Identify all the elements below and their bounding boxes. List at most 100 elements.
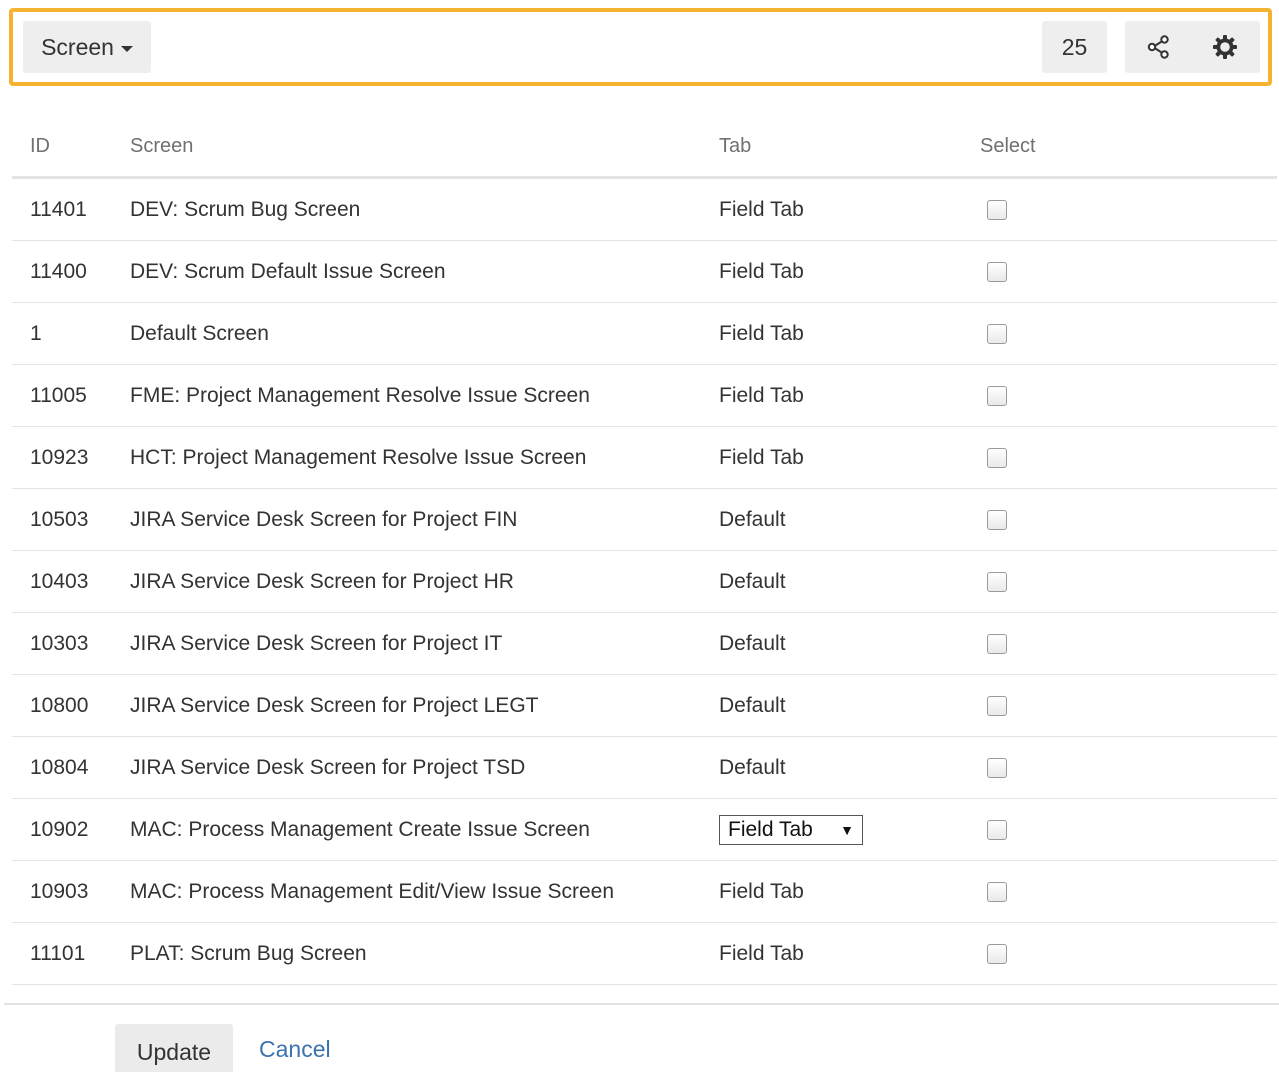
cell-tab: Field Tab — [719, 302, 980, 365]
select-checkbox[interactable] — [987, 633, 1007, 654]
update-button[interactable]: Update — [115, 1024, 233, 1072]
cell-select — [980, 736, 1277, 799]
table-row: 10903 MAC: Process Management Edit/View I… — [12, 860, 1277, 923]
cell-id: 10902 — [12, 798, 130, 861]
cell-select — [980, 488, 1277, 551]
page-size-button[interactable]: 25 — [1042, 21, 1107, 73]
cell-select — [980, 364, 1277, 427]
column-header-screen[interactable]: Screen — [130, 116, 719, 179]
cell-id: 10503 — [12, 488, 130, 551]
cell-id: 10303 — [12, 612, 130, 675]
cell-select — [980, 240, 1277, 303]
select-checkbox[interactable] — [987, 881, 1007, 902]
table-header-row: ID Screen Tab Select — [12, 116, 1277, 179]
cell-select — [980, 798, 1277, 861]
select-checkbox[interactable] — [987, 509, 1007, 530]
cell-screen-name: JIRA Service Desk Screen for Project TSD — [130, 736, 719, 799]
cell-id: 10800 — [12, 674, 130, 737]
column-header-tab[interactable]: Tab — [719, 116, 980, 179]
cell-tab: Field Tab — [719, 426, 980, 489]
settings-button[interactable] — [1192, 21, 1258, 73]
cancel-link[interactable]: Cancel — [259, 1036, 331, 1063]
table-row: 11400 DEV: Scrum Default Issue Screen Fiel… — [12, 240, 1277, 303]
cell-tab: Default — [719, 612, 980, 675]
table-row: 11101 PLAT: Scrum Bug Screen Field Tab — [12, 922, 1277, 985]
toolbar-icon-group — [1125, 21, 1260, 73]
table-row: 10503 JIRA Service Desk Screen for Projec… — [12, 488, 1277, 551]
select-checkbox[interactable] — [987, 261, 1007, 282]
screen-tab-editor: Screen 25 ID Screen Tab Select 11401 DEV… — [0, 0, 1279, 1072]
cell-select — [980, 860, 1277, 923]
cell-select — [980, 426, 1277, 489]
share-icon — [1147, 35, 1169, 59]
select-checkbox[interactable] — [987, 571, 1007, 592]
table-row: 10303 JIRA Service Desk Screen for Projec… — [12, 612, 1277, 675]
cell-select — [980, 550, 1277, 613]
screens-table: ID Screen Tab Select 11401 DEV: Scrum Bug… — [12, 116, 1277, 985]
cell-tab: Default — [719, 488, 980, 551]
cell-screen-name: JIRA Service Desk Screen for Project HR — [130, 550, 719, 613]
select-checkbox[interactable] — [987, 385, 1007, 406]
column-header-id[interactable]: ID — [12, 116, 130, 179]
cell-id: 1 — [12, 302, 130, 365]
table-row: 10902 MAC: Process Management Create Issu… — [12, 798, 1277, 861]
dropdown-arrow-icon: ▼ — [840, 821, 854, 838]
cell-screen-name: FME: Project Management Resolve Issue Sc… — [130, 364, 719, 427]
cell-tab: Field Tab — [719, 364, 980, 427]
table-body: 11401 DEV: Scrum Bug Screen Field Tab 11400… — [12, 177, 1277, 985]
cell-id: 11101 — [12, 922, 130, 985]
cell-screen-name: DEV: Scrum Bug Screen — [130, 177, 719, 241]
cell-screen-name: Default Screen — [130, 302, 719, 365]
cell-select — [980, 177, 1277, 241]
select-checkbox[interactable] — [987, 695, 1007, 716]
page-size-count: 25 — [1061, 33, 1088, 60]
column-header-select: Select — [980, 116, 1277, 179]
cell-screen-name: HCT: Project Management Resolve Issue Sc… — [130, 426, 719, 489]
table-row: 10403 JIRA Service Desk Screen for Projec… — [12, 550, 1277, 613]
select-checkbox[interactable] — [987, 943, 1007, 964]
tab-select-dropdown[interactable]: Field Tab ▼ — [719, 814, 863, 845]
cell-tab: Field Tab ▼ — [719, 798, 980, 861]
table-row: 10800 JIRA Service Desk Screen for Projec… — [12, 674, 1277, 737]
table-row: 11401 DEV: Scrum Bug Screen Field Tab — [12, 177, 1277, 241]
cell-id: 11401 — [12, 177, 130, 241]
select-checkbox[interactable] — [987, 757, 1007, 778]
table-row: 1 Default Screen Field Tab — [12, 302, 1277, 365]
screen-dropdown-button[interactable]: Screen — [23, 21, 151, 73]
table-row: 11005 FME: Project Management Resolve Iss… — [12, 364, 1277, 427]
cell-screen-name: JIRA Service Desk Screen for Project LEG… — [130, 674, 719, 737]
cell-screen-name: MAC: Process Management Edit/View Issue … — [130, 860, 719, 923]
table-row: 10804 JIRA Service Desk Screen for Projec… — [12, 736, 1277, 799]
tab-select-value: Field Tab — [728, 817, 813, 841]
cell-screen-name: PLAT: Scrum Bug Screen — [130, 922, 719, 985]
cell-tab: Field Tab — [719, 240, 980, 303]
cell-tab: Field Tab — [719, 177, 980, 241]
footer-divider — [4, 1003, 1279, 1005]
select-checkbox[interactable] — [987, 819, 1007, 840]
cell-id: 11400 — [12, 240, 130, 303]
cell-tab: Field Tab — [719, 860, 980, 923]
select-checkbox[interactable] — [987, 199, 1007, 220]
cell-select — [980, 612, 1277, 675]
cell-screen-name: JIRA Service Desk Screen for Project IT — [130, 612, 719, 675]
table-row: 10923 HCT: Project Management Resolve Iss… — [12, 426, 1277, 489]
cell-select — [980, 302, 1277, 365]
cell-screen-name: DEV: Scrum Default Issue Screen — [130, 240, 719, 303]
gear-icon — [1213, 35, 1237, 59]
screen-dropdown-label: Screen — [41, 33, 114, 60]
toolbar: Screen 25 — [9, 8, 1272, 86]
cell-select — [980, 674, 1277, 737]
select-checkbox[interactable] — [987, 323, 1007, 344]
cell-id: 10403 — [12, 550, 130, 613]
cell-id: 11005 — [12, 364, 130, 427]
cell-tab: Field Tab — [719, 922, 980, 985]
cell-id: 10903 — [12, 860, 130, 923]
cell-id: 10804 — [12, 736, 130, 799]
cell-tab: Default — [719, 674, 980, 737]
caret-down-icon — [120, 45, 133, 52]
cell-screen-name: MAC: Process Management Create Issue Scr… — [130, 798, 719, 861]
cell-tab: Default — [719, 736, 980, 799]
select-checkbox[interactable] — [987, 447, 1007, 468]
cell-id: 10923 — [12, 426, 130, 489]
share-button[interactable] — [1125, 21, 1191, 73]
